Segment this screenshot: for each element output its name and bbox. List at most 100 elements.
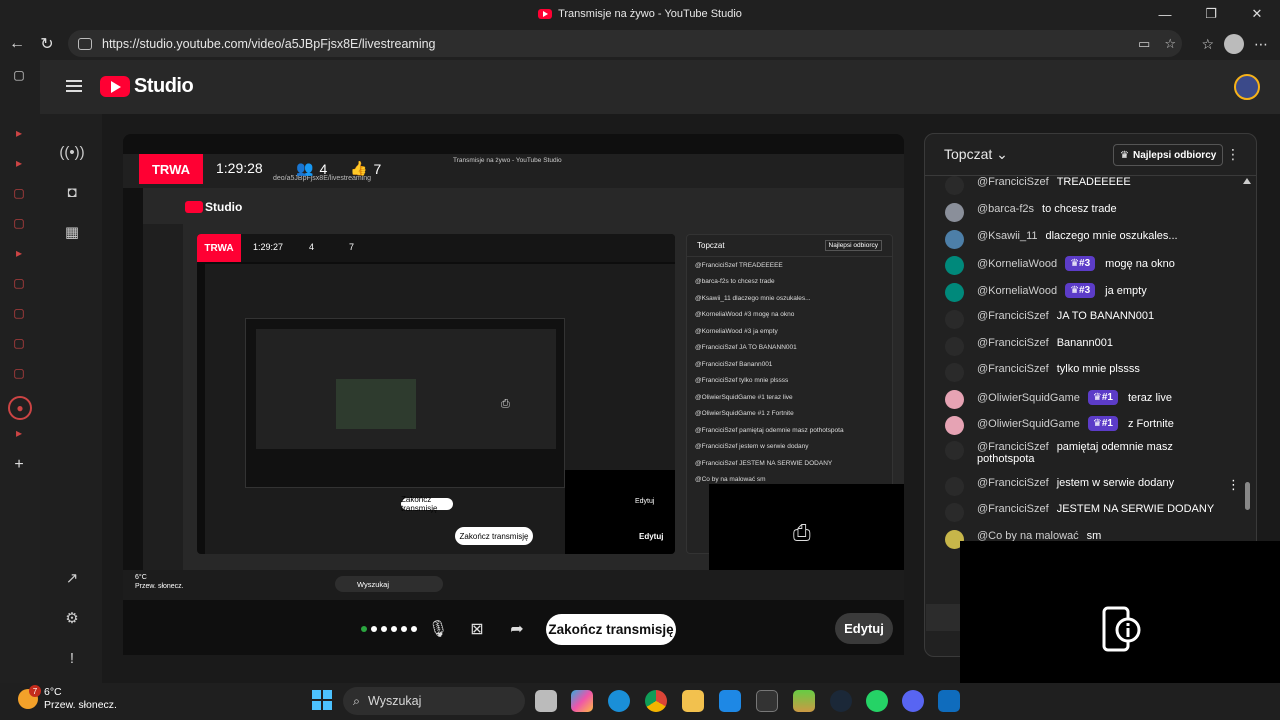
taskbar-search[interactable]: ⌕ Wyszukaj — [343, 687, 525, 715]
tab-favicon-icon[interactable]: ▢ — [12, 186, 26, 200]
maximize-button[interactable]: ❐ — [1188, 0, 1234, 28]
chat-message[interactable]: @OliwierSquidGame ♛#1 z Fortnite — [945, 416, 1245, 435]
chat-scrollbar[interactable] — [1245, 482, 1250, 510]
new-tab-icon[interactable]: + — [12, 456, 26, 473]
chat-message[interactable]: @FranciciSzef jestem w serwie dodany ⋮ — [945, 477, 1245, 496]
top-fan-badge: ♛#1 — [1087, 390, 1118, 405]
weather-widget[interactable]: 7 6°C Przew. słonecz. — [18, 685, 117, 712]
steam-icon[interactable] — [830, 690, 852, 712]
epic-games-icon[interactable] — [756, 690, 778, 712]
message-author[interactable]: @KorneliaWood — [977, 285, 1057, 297]
close-button[interactable]: ✕ — [1234, 0, 1280, 28]
favorites-icon[interactable]: ☆ — [1201, 36, 1214, 53]
tab-favicon-icon[interactable]: ▢ — [12, 216, 26, 230]
user-avatar[interactable] — [945, 230, 964, 249]
message-author[interactable]: @OliwierSquidGame — [977, 418, 1080, 430]
task-view-icon[interactable] — [535, 690, 557, 712]
chat-message[interactable]: @KorneliaWood ♛#3 ja empty — [945, 283, 1245, 302]
user-avatar[interactable] — [945, 203, 964, 222]
app-icon[interactable] — [938, 690, 960, 712]
url-input[interactable]: https://studio.youtube.com/video/a5JBpFj… — [68, 30, 1182, 57]
user-avatar[interactable] — [945, 310, 964, 329]
file-explorer-icon[interactable] — [682, 690, 704, 712]
message-author[interactable]: @FranciciSzef — [977, 441, 1049, 453]
message-menu-icon[interactable]: ⋮ — [1227, 477, 1240, 493]
profile-avatar[interactable] — [1224, 34, 1244, 54]
chat-message[interactable]: @FranciciSzef pamiętaj odemnie masz pothot… — [945, 441, 1245, 465]
user-avatar[interactable] — [945, 363, 964, 382]
site-info-icon[interactable] — [78, 37, 92, 50]
user-avatar[interactable] — [945, 256, 964, 275]
user-avatar[interactable] — [945, 283, 964, 302]
message-author[interactable]: @OliwierSquidGame — [977, 392, 1080, 404]
favorite-star-icon[interactable]: ☆ — [1164, 36, 1176, 52]
browser-menu-icon[interactable]: ⋯ — [1254, 36, 1268, 53]
chrome-icon[interactable] — [645, 690, 667, 712]
tab-favicon-icon[interactable]: ▢ — [12, 306, 26, 320]
top-fans-button[interactable]: ♛ Najlepsi odbiorcy — [1113, 144, 1224, 166]
channel-avatar[interactable] — [1234, 74, 1260, 100]
chat-message[interactable]: @KorneliaWood ♛#3 mogę na okno — [945, 256, 1245, 275]
tab-favicon-icon[interactable]: ▸ — [12, 426, 26, 440]
live-stream-icon[interactable]: ((•)) — [59, 142, 84, 162]
minimize-button[interactable]: — — [1142, 0, 1188, 28]
chat-message[interactable]: @FranciciSzef JA TO BANANN001 — [945, 310, 1245, 329]
store-icon[interactable] — [719, 690, 741, 712]
user-avatar[interactable] — [945, 176, 964, 195]
chat-message[interactable]: @barca-f2s to chcesz trade — [945, 203, 1245, 222]
tabs-icon[interactable]: ▢ — [12, 68, 26, 82]
stop-screen-icon[interactable]: ⊠ — [466, 619, 488, 639]
tab-favicon-icon[interactable]: ▸ — [12, 126, 26, 140]
calendar-icon[interactable]: ▦ — [62, 222, 82, 242]
message-author[interactable]: @FranciciSzef — [977, 477, 1049, 489]
refresh-button[interactable]: ↻ — [32, 29, 62, 59]
message-author[interactable]: @FranciciSzef — [977, 310, 1049, 322]
discord-icon[interactable] — [902, 690, 924, 712]
edge-icon[interactable] — [608, 690, 630, 712]
settings-gear-icon[interactable]: ⚙ — [62, 608, 82, 628]
message-author[interactable]: @Ksawii_11 — [977, 230, 1038, 242]
tab-favicon-icon[interactable]: ▸ — [12, 246, 26, 260]
tab-favicon-icon[interactable]: ▸ — [12, 156, 26, 170]
copilot-icon[interactable] — [571, 690, 593, 712]
message-author[interactable]: @FranciciSzef — [977, 363, 1049, 375]
chat-message[interactable]: @FranciciSzef tylko mnie plssss — [945, 363, 1245, 382]
end-stream-button[interactable]: Zakończ transmisję — [546, 614, 676, 645]
active-tab-icon[interactable]: ● — [8, 396, 32, 420]
cast-icon[interactable]: ▭ — [1138, 36, 1150, 52]
nested-likes: 7 — [349, 242, 355, 252]
studio-logo[interactable]: Studio — [100, 75, 194, 98]
user-avatar[interactable] — [945, 441, 964, 460]
edit-button[interactable]: Edytuj — [835, 613, 893, 644]
feedback-icon[interactable]: ! — [62, 648, 82, 668]
message-author[interactable]: @FranciciSzef — [977, 503, 1049, 515]
message-author[interactable]: @barca-f2s — [977, 203, 1034, 215]
user-avatar[interactable] — [945, 503, 964, 522]
tab-favicon-icon[interactable]: ▢ — [12, 336, 26, 350]
chat-menu-icon[interactable]: ⋮ — [1226, 146, 1240, 163]
menu-icon[interactable] — [66, 80, 82, 92]
chat-message[interactable]: @FranciciSzef JESTEM NA SERWIE DODANY — [945, 503, 1245, 522]
message-author[interactable]: @KorneliaWood — [977, 258, 1057, 270]
chat-message[interactable]: @OliwierSquidGame ♛#1 teraz live — [945, 390, 1245, 409]
export-icon[interactable]: ↗ — [62, 568, 82, 588]
user-avatar[interactable] — [945, 390, 964, 409]
share-icon[interactable]: ➦ — [506, 619, 528, 639]
back-button[interactable]: ← — [2, 29, 32, 59]
start-button[interactable] — [312, 690, 332, 710]
chat-message[interactable]: @FranciciSzef TREADEEEEE — [945, 176, 1245, 195]
microphone-icon[interactable]: 🎙 — [427, 619, 449, 639]
camera-icon[interactable]: ◘ — [62, 182, 82, 202]
tab-favicon-icon[interactable]: ▢ — [12, 276, 26, 290]
message-author[interactable]: @FranciciSzef — [977, 176, 1049, 188]
user-avatar[interactable] — [945, 416, 964, 435]
tab-favicon-icon[interactable]: ▢ — [12, 366, 26, 380]
user-avatar[interactable] — [945, 337, 964, 356]
chat-message[interactable]: @FranciciSzef Banann001 — [945, 337, 1245, 356]
whatsapp-icon[interactable] — [866, 690, 888, 712]
bluestacks-icon[interactable] — [793, 690, 815, 712]
chat-mode-dropdown[interactable]: Topczat ⌄ — [944, 146, 1008, 163]
user-avatar[interactable] — [945, 477, 964, 496]
message-author[interactable]: @FranciciSzef — [977, 337, 1049, 349]
chat-message[interactable]: @Ksawii_11 dlaczego mnie oszukales... — [945, 230, 1245, 249]
